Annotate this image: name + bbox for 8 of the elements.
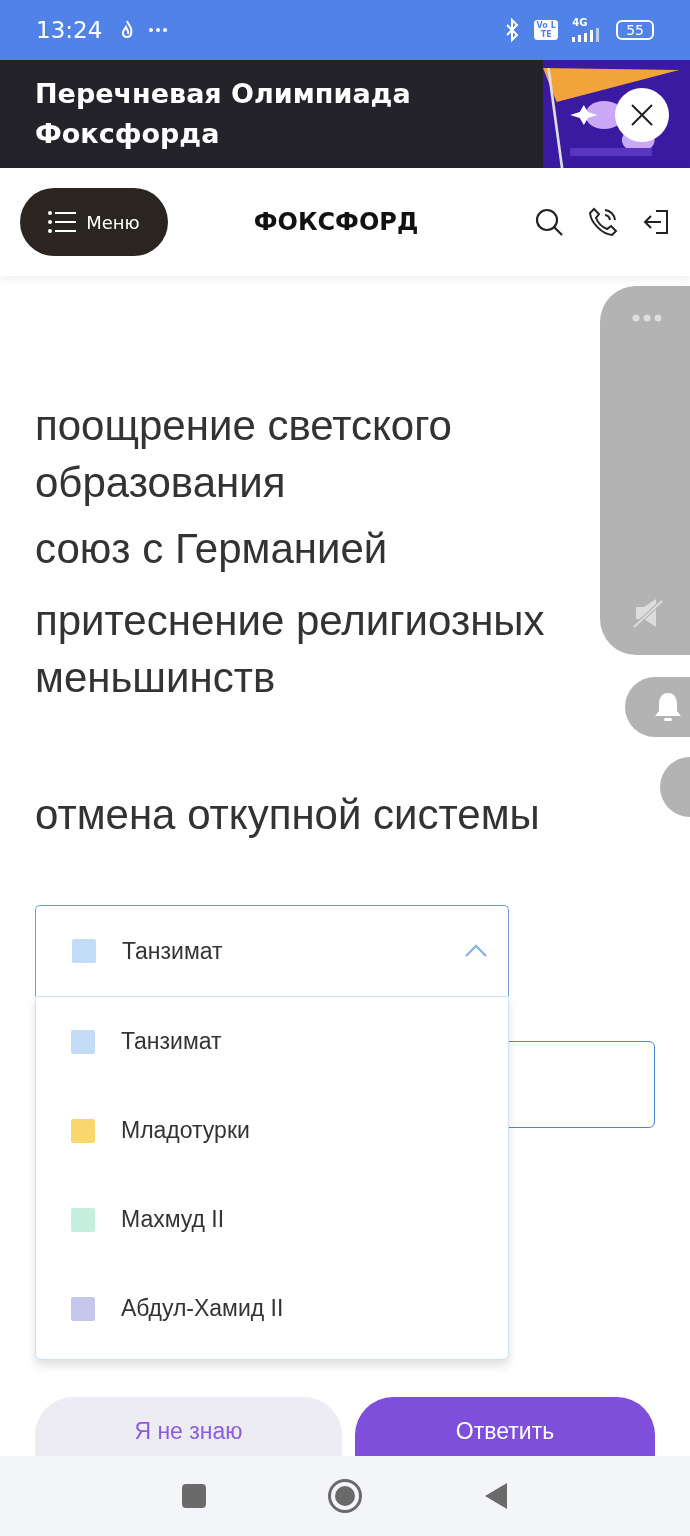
status-time: 13:24 <box>36 17 103 43</box>
battery-indicator: 55 <box>616 20 654 40</box>
network-label: 4G <box>572 18 588 28</box>
statement-text: союз с Германией <box>35 524 389 574</box>
statement-text: отмена откупной системы <box>35 790 541 840</box>
banner-title: Перечневая Олимпиада Фоксфорда <box>35 77 412 151</box>
volte-badge: Vo LTE <box>534 20 559 40</box>
statement-text: притеснение религиозных меньшинств <box>35 596 546 703</box>
